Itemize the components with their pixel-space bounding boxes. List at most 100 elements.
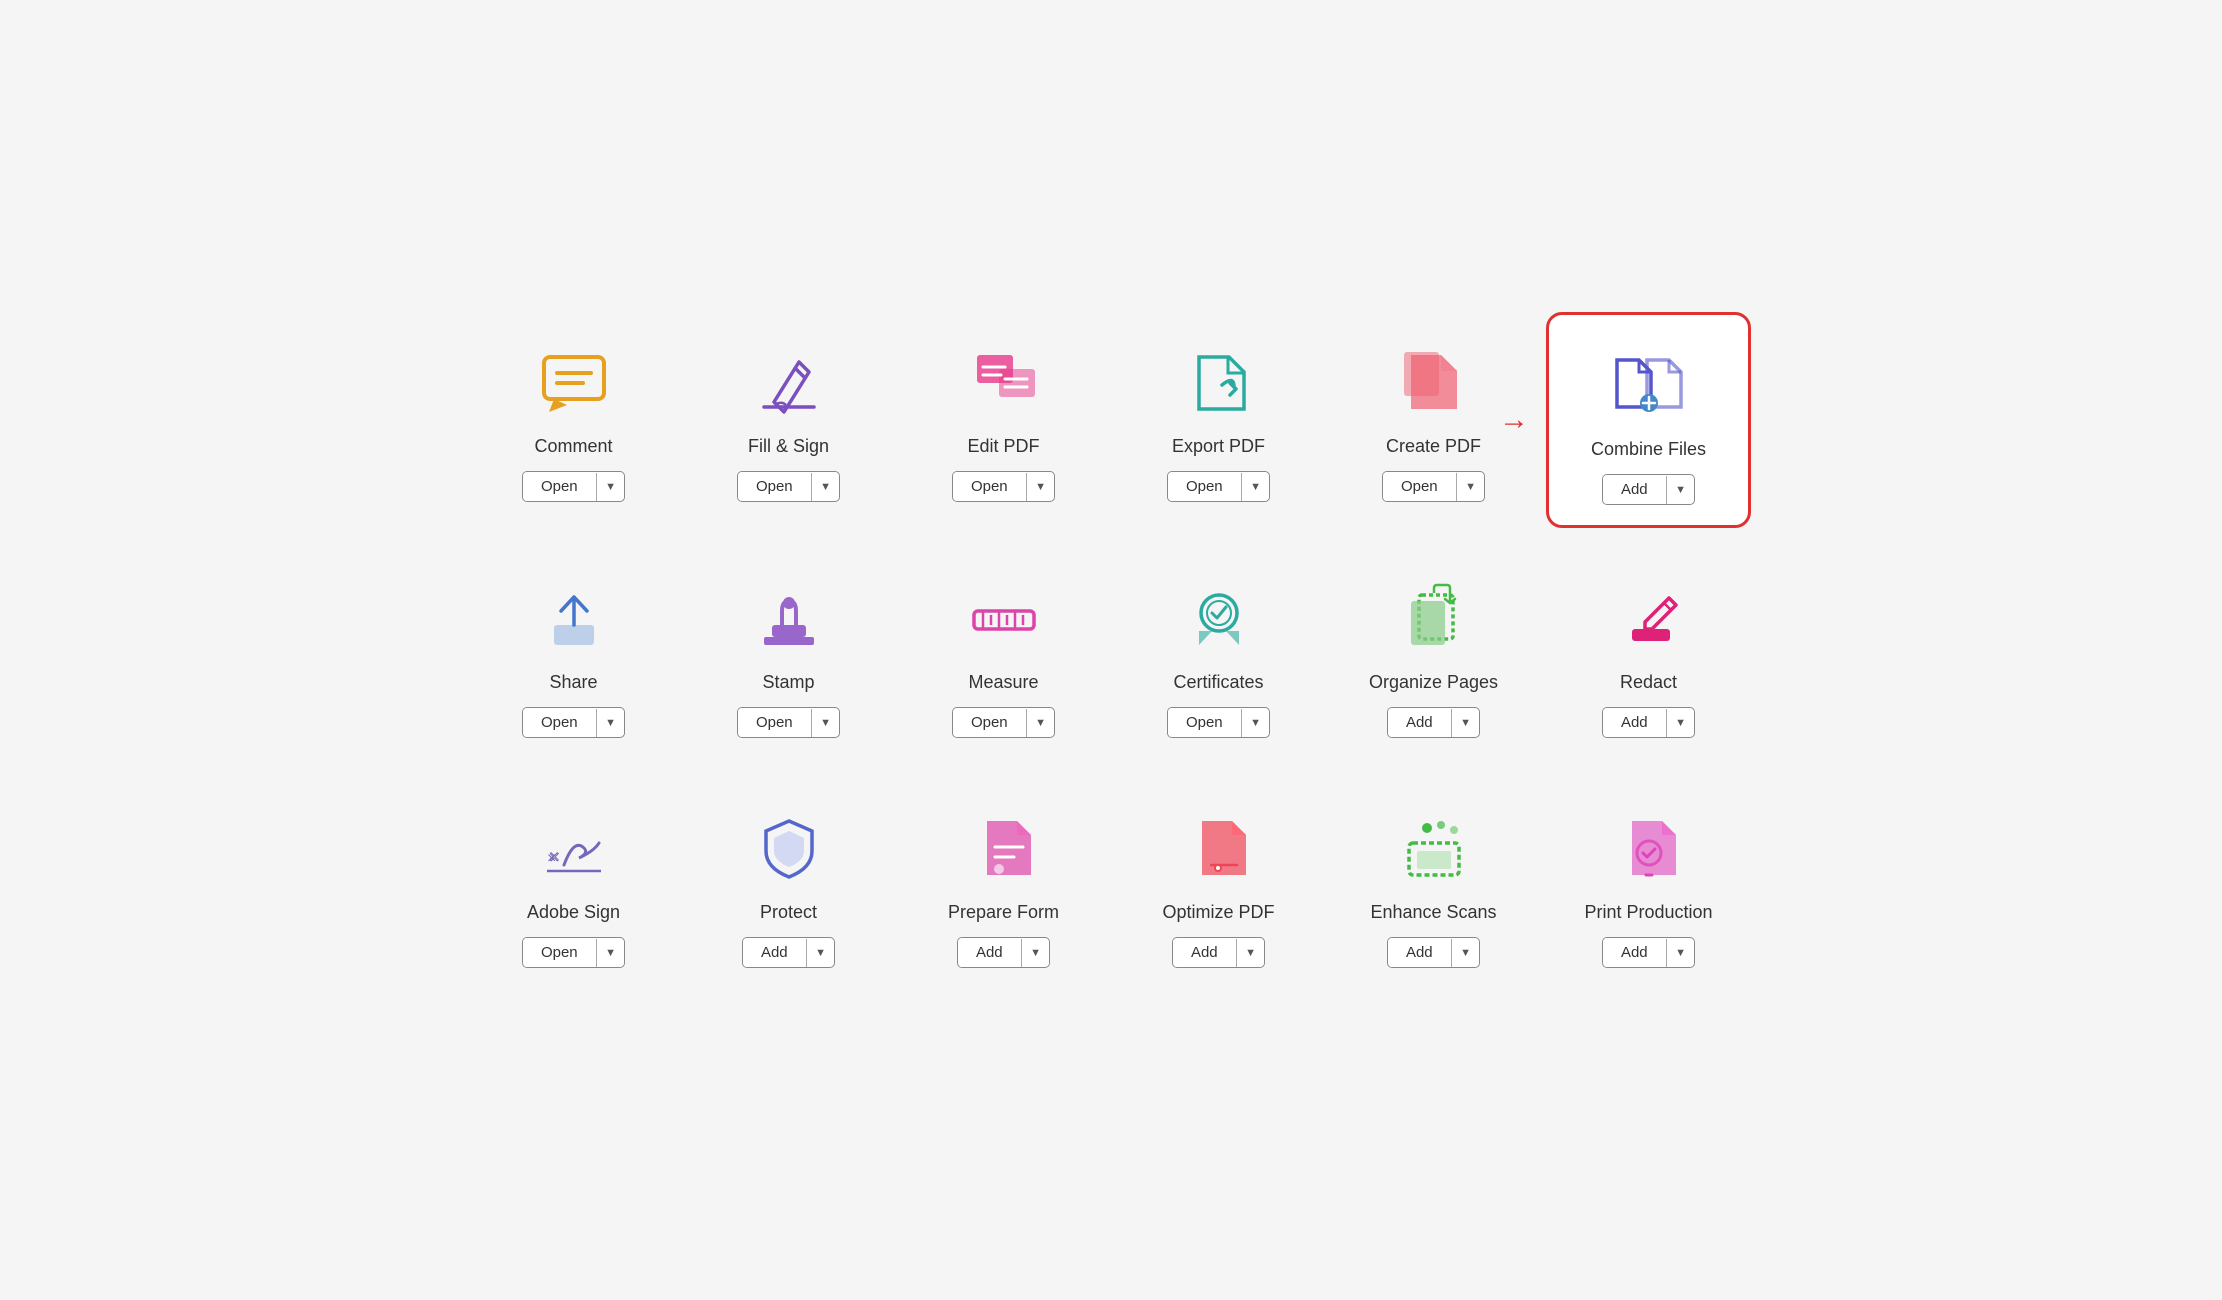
combine-files-label: Combine Files (1591, 439, 1706, 460)
prepare-form-btn-group: Add▼ (957, 937, 1050, 968)
optimize-pdf-btn-dropdown[interactable]: ▼ (1237, 941, 1264, 965)
tool-card-fill-sign: Fill & Sign Open▼ (686, 312, 891, 528)
share-btn-group: Open▼ (522, 707, 625, 738)
edit-pdf-btn-main[interactable]: Open (953, 472, 1026, 501)
tool-card-redact: Redact Add▼ (1546, 548, 1751, 758)
tool-card-share: Share Open▼ (471, 548, 676, 758)
optimize-pdf-icon (1179, 808, 1259, 888)
comment-btn-main[interactable]: Open (523, 472, 596, 501)
combine-files-btn-dropdown[interactable]: ▼ (1667, 478, 1694, 502)
adobe-sign-label: Adobe Sign (527, 902, 620, 923)
stamp-btn-main[interactable]: Open (738, 708, 811, 737)
print-production-btn-dropdown[interactable]: ▼ (1667, 941, 1694, 965)
optimize-pdf-btn-group: Add▼ (1172, 937, 1265, 968)
adobe-sign-btn-main[interactable]: Open (523, 938, 596, 967)
export-pdf-icon (1179, 342, 1259, 422)
stamp-label: Stamp (762, 672, 814, 693)
redact-label: Redact (1620, 672, 1677, 693)
enhance-scans-label: Enhance Scans (1370, 902, 1496, 923)
combine-files-icon (1609, 345, 1689, 425)
certificates-btn-group: Open▼ (1167, 707, 1270, 738)
share-btn-dropdown[interactable]: ▼ (597, 711, 624, 735)
tool-card-edit-pdf: Edit PDF Open▼ (901, 312, 1106, 528)
print-production-btn-main[interactable]: Add (1603, 938, 1666, 967)
fill-sign-btn-group: Open▼ (737, 471, 840, 502)
comment-btn-dropdown[interactable]: ▼ (597, 475, 624, 499)
certificates-label: Certificates (1173, 672, 1263, 693)
create-pdf-label: Create PDF (1386, 436, 1481, 457)
stamp-btn-dropdown[interactable]: ▼ (812, 711, 839, 735)
enhance-scans-btn-group: Add▼ (1387, 937, 1480, 968)
organize-pages-label: Organize Pages (1369, 672, 1498, 693)
svg-text:×: × (547, 850, 556, 867)
organize-pages-btn-group: Add▼ (1387, 707, 1480, 738)
enhance-scans-btn-dropdown[interactable]: ▼ (1452, 941, 1479, 965)
tool-card-export-pdf: Export PDF Open▼ (1116, 312, 1321, 528)
fill-sign-icon (749, 342, 829, 422)
share-btn-main[interactable]: Open (523, 708, 596, 737)
adobe-sign-btn-group: Open▼ (522, 937, 625, 968)
tool-card-print-production: Print Production Add▼ (1546, 778, 1751, 988)
redact-btn-group: Add▼ (1602, 707, 1695, 738)
print-production-btn-group: Add▼ (1602, 937, 1695, 968)
prepare-form-label: Prepare Form (948, 902, 1059, 923)
measure-btn-group: Open▼ (952, 707, 1055, 738)
measure-btn-dropdown[interactable]: ▼ (1027, 711, 1054, 735)
enhance-scans-btn-main[interactable]: Add (1388, 938, 1451, 967)
create-pdf-btn-group: Open▼ (1382, 471, 1485, 502)
create-pdf-btn-main[interactable]: Open (1383, 472, 1456, 501)
redact-icon (1609, 578, 1689, 658)
tool-card-certificates: Certificates Open▼ (1116, 548, 1321, 758)
organize-pages-btn-dropdown[interactable]: ▼ (1452, 711, 1479, 735)
combine-files-arrow: → (1499, 403, 1529, 437)
print-production-icon (1609, 808, 1689, 888)
redact-btn-main[interactable]: Add (1603, 708, 1666, 737)
optimize-pdf-btn-main[interactable]: Add (1173, 938, 1236, 967)
protect-icon (749, 808, 829, 888)
export-pdf-btn-group: Open▼ (1167, 471, 1270, 502)
stamp-btn-group: Open▼ (737, 707, 840, 738)
organize-pages-btn-main[interactable]: Add (1388, 708, 1451, 737)
edit-pdf-btn-group: Open▼ (952, 471, 1055, 502)
fill-sign-btn-main[interactable]: Open (738, 472, 811, 501)
measure-btn-main[interactable]: Open (953, 708, 1026, 737)
optimize-pdf-label: Optimize PDF (1162, 902, 1274, 923)
edit-pdf-btn-dropdown[interactable]: ▼ (1027, 475, 1054, 499)
measure-icon (964, 578, 1044, 658)
comment-label: Comment (534, 436, 612, 457)
prepare-form-btn-dropdown[interactable]: ▼ (1022, 941, 1049, 965)
fill-sign-btn-dropdown[interactable]: ▼ (812, 475, 839, 499)
adobe-sign-btn-dropdown[interactable]: ▼ (597, 941, 624, 965)
fill-sign-label: Fill & Sign (748, 436, 829, 457)
combine-files-btn-main[interactable]: Add (1603, 475, 1666, 504)
comment-btn-group: Open▼ (522, 471, 625, 502)
certificates-icon (1179, 578, 1259, 658)
prepare-form-icon (964, 808, 1044, 888)
certificates-btn-main[interactable]: Open (1168, 708, 1241, 737)
tool-card-comment: Comment Open▼ (471, 312, 676, 528)
tool-card-stamp: Stamp Open▼ (686, 548, 891, 758)
tool-card-measure: Measure Open▼ (901, 548, 1106, 758)
edit-pdf-icon (964, 342, 1044, 422)
tool-card-protect: ProtectAdd▼ (686, 778, 891, 988)
protect-btn-group: Add▼ (742, 937, 835, 968)
tool-card-optimize-pdf: Optimize PDF Add▼ (1116, 778, 1321, 988)
edit-pdf-label: Edit PDF (967, 436, 1039, 457)
export-pdf-btn-main[interactable]: Open (1168, 472, 1241, 501)
comment-icon (534, 342, 614, 422)
share-icon (534, 578, 614, 658)
create-pdf-btn-dropdown[interactable]: ▼ (1457, 475, 1484, 499)
tool-card-adobe-sign: × × Adobe SignOpen▼ (471, 778, 676, 988)
combine-files-btn-group: Add▼ (1602, 474, 1695, 505)
export-pdf-btn-dropdown[interactable]: ▼ (1242, 475, 1269, 499)
tool-card-combine-files: Combine FilesAdd▼→ (1546, 312, 1751, 528)
share-label: Share (549, 672, 597, 693)
protect-btn-main[interactable]: Add (743, 938, 806, 967)
measure-label: Measure (968, 672, 1038, 693)
export-pdf-label: Export PDF (1172, 436, 1265, 457)
protect-btn-dropdown[interactable]: ▼ (807, 941, 834, 965)
print-production-label: Print Production (1584, 902, 1712, 923)
certificates-btn-dropdown[interactable]: ▼ (1242, 711, 1269, 735)
redact-btn-dropdown[interactable]: ▼ (1667, 711, 1694, 735)
prepare-form-btn-main[interactable]: Add (958, 938, 1021, 967)
